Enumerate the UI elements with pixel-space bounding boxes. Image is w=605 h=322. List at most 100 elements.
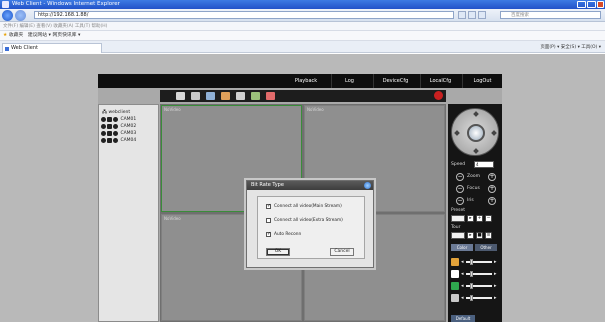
camera-tree-root[interactable]: 🖧 webclient <box>102 108 130 116</box>
iris-minus-button[interactable]: − <box>456 197 464 205</box>
slider-thumb[interactable] <box>470 283 473 289</box>
dialog-close-icon[interactable] <box>364 182 371 189</box>
minimize-button[interactable] <box>577 1 586 8</box>
down-arrow-icon[interactable] <box>473 148 479 154</box>
option-extra-stream[interactable]: Connect all video(Extra Stream) <box>266 218 343 224</box>
command-bar[interactable]: 页面(P) ▾ 安全(S) ▾ 工具(O) ▾ <box>540 43 601 52</box>
layout-1-icon[interactable] <box>176 92 185 100</box>
address-actions <box>458 11 498 19</box>
ptz-center-button[interactable] <box>467 124 485 142</box>
tour-edit-icon[interactable]: ≡ <box>485 232 492 239</box>
tour-play-icon[interactable]: ▸ <box>467 232 474 239</box>
up-arrow-icon[interactable] <box>473 111 479 117</box>
refresh-icon[interactable] <box>468 11 476 19</box>
ok-button[interactable]: OK <box>266 248 290 256</box>
tour-stop-icon[interactable]: ■ <box>476 232 483 239</box>
address-bar-row: http://192.168.1.88/ 百度搜索 <box>0 9 605 22</box>
nav-log[interactable]: Log <box>331 74 367 88</box>
address-input[interactable]: http://192.168.1.88/ <box>34 11 454 19</box>
favorites-star-icon[interactable]: ★ <box>3 33 7 38</box>
record-icon[interactable] <box>236 92 245 100</box>
slider-thumb[interactable] <box>470 295 473 301</box>
extra-stream-checkbox[interactable] <box>266 218 271 223</box>
nav-playback[interactable]: Playback <box>286 74 326 88</box>
stop-icon[interactable] <box>107 124 112 129</box>
nav-devicecfg[interactable]: DeviceCfg <box>373 74 417 88</box>
fullscreen-icon[interactable] <box>266 92 275 100</box>
preset-input[interactable] <box>451 215 465 222</box>
play-icon[interactable] <box>101 138 106 143</box>
play-icon[interactable] <box>101 117 106 122</box>
record-icon[interactable] <box>113 124 118 129</box>
slider-thumb[interactable] <box>470 259 473 265</box>
slider-thumb[interactable] <box>470 271 473 277</box>
preset-add-icon[interactable]: + <box>476 215 483 222</box>
layout-9-icon[interactable] <box>206 92 215 100</box>
tour-input[interactable] <box>451 232 465 239</box>
record-icon[interactable] <box>113 131 118 136</box>
saturation-slider[interactable]: ◂ ▸ <box>451 282 499 290</box>
camera-row[interactable]: CAM01 <box>101 117 136 123</box>
cancel-button[interactable]: Cancel <box>330 248 354 256</box>
stop-icon[interactable] <box>107 131 112 136</box>
hue-slider[interactable]: ◂ ▸ <box>451 294 499 302</box>
stop-icon[interactable] <box>478 11 486 19</box>
camera-label: CAM01 <box>120 117 137 122</box>
maximize-button[interactable] <box>587 1 596 8</box>
layout-16-icon[interactable] <box>221 92 230 100</box>
default-button[interactable]: Default <box>451 315 475 322</box>
zoom-out-button[interactable]: − <box>456 173 464 181</box>
right-arrow-icon[interactable] <box>491 130 497 136</box>
record-icon[interactable] <box>113 138 118 143</box>
browser-tab[interactable]: Web Client <box>2 43 102 53</box>
close-all-icon[interactable] <box>434 91 443 100</box>
cell-status: NoVideo <box>307 107 324 112</box>
left-arrow-icon[interactable] <box>454 130 460 136</box>
camera-row[interactable]: CAM02 <box>101 124 136 130</box>
forward-icon[interactable] <box>15 10 26 21</box>
compat-icon[interactable] <box>458 11 466 19</box>
preset-label: Preset <box>451 208 466 213</box>
nav-localcfg[interactable]: LocalCfg <box>420 74 460 88</box>
search-input[interactable]: 百度搜索 <box>500 11 601 19</box>
tour-label: Tour <box>451 225 461 230</box>
camera-row[interactable]: CAM03 <box>101 131 136 137</box>
favorites-links[interactable]: 建议网站 ▾ 网页快讯库 ▾ <box>28 33 81 38</box>
main-stream-checkbox[interactable] <box>266 203 271 209</box>
preset-remove-icon[interactable]: − <box>485 215 492 222</box>
ptz-direction-pad[interactable] <box>451 108 499 156</box>
iris-plus-button[interactable]: + <box>488 197 496 205</box>
view-toolbar <box>160 90 446 102</box>
option-auto-reconn[interactable]: Auto Reconn <box>266 231 301 238</box>
contrast-slider[interactable]: ◂ ▸ <box>451 270 499 278</box>
play-icon[interactable] <box>101 124 106 129</box>
record-icon[interactable] <box>113 117 118 122</box>
preset-goto-icon[interactable]: ▸ <box>467 215 474 222</box>
focus-plus-button[interactable]: + <box>488 185 496 193</box>
snapshot-icon[interactable] <box>251 92 260 100</box>
dialog-title: Bit Rate Type <box>247 181 373 190</box>
close-button[interactable] <box>597 1 604 8</box>
iris-label: Iris <box>467 198 474 203</box>
layout-4-icon[interactable] <box>191 92 200 100</box>
focus-control: − Focus + <box>456 185 496 193</box>
top-nav: Playback Log DeviceCfg LocalCfg LogOut <box>98 74 502 88</box>
back-icon[interactable] <box>2 10 13 21</box>
tab-color[interactable]: Color <box>451 244 473 251</box>
tab-other[interactable]: Other <box>475 244 497 251</box>
stop-icon[interactable] <box>107 138 112 143</box>
play-icon[interactable] <box>101 131 106 136</box>
nav-logout[interactable]: LogOut <box>462 74 502 88</box>
saturation-icon <box>451 282 459 290</box>
speed-select[interactable]: 4 <box>474 161 494 168</box>
option-main-stream[interactable]: Connect all video(Main Stream) <box>266 203 342 210</box>
menu-bar[interactable]: 文件(F) 编辑(E) 查看(V) 收藏夹(A) 工具(T) 帮助(H) <box>0 22 605 31</box>
auto-reconn-checkbox[interactable] <box>266 231 271 237</box>
slider-left-arrow-icon: ◂ <box>461 259 464 265</box>
stop-icon[interactable] <box>107 117 112 122</box>
favorites-label[interactable]: 收藏夹 <box>9 33 23 38</box>
focus-minus-button[interactable]: − <box>456 185 464 193</box>
brightness-slider[interactable]: ◂ ▸ <box>451 258 499 266</box>
camera-row[interactable]: CAM04 <box>101 138 136 144</box>
zoom-in-button[interactable]: + <box>488 173 496 181</box>
